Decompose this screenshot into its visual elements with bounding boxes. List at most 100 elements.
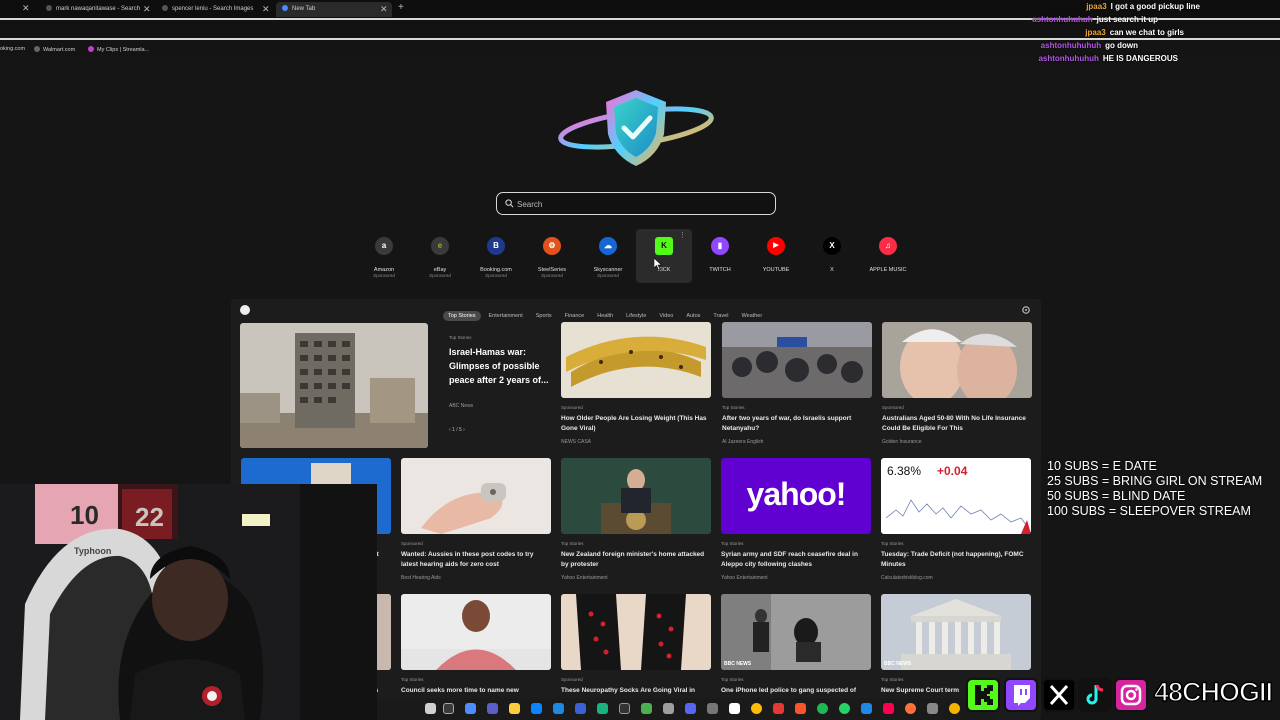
tab-close-icon[interactable]: ✕ bbox=[380, 3, 388, 15]
mouse-cursor-icon bbox=[654, 258, 662, 270]
app-icon[interactable] bbox=[641, 703, 652, 714]
chat-message: jpaa3 can we chat to girls bbox=[1085, 28, 1184, 37]
news-image bbox=[401, 594, 551, 670]
store-icon[interactable] bbox=[531, 703, 542, 714]
tab-health[interactable]: Health bbox=[592, 311, 618, 321]
chat-text: just search it up bbox=[1096, 15, 1158, 24]
svg-text:10: 10 bbox=[70, 500, 99, 530]
x-icon bbox=[1042, 678, 1076, 712]
sub-goal: 10 SUBS = E DATE bbox=[1047, 459, 1157, 473]
bookmark-item[interactable]: My Clips | Streamla... bbox=[88, 46, 149, 53]
shortcut-x[interactable]: X X bbox=[804, 229, 860, 283]
tab-entertainment[interactable]: Entertainment bbox=[484, 311, 528, 321]
yahoo-logo-text: yahoo! bbox=[746, 476, 847, 512]
tab-new-tab[interactable]: New Tab bbox=[276, 2, 392, 17]
app-icon[interactable] bbox=[707, 703, 718, 714]
shortcut-amazon[interactable]: a Amazon Sponsored bbox=[356, 229, 412, 283]
bookmark-label: oking.com bbox=[0, 46, 26, 52]
news-source: Al Jazeera English bbox=[722, 439, 764, 445]
tab-autos[interactable]: Autos bbox=[681, 311, 705, 321]
app-icon[interactable] bbox=[663, 703, 674, 714]
news-image: BBC NEWS bbox=[881, 594, 1031, 670]
tab-travel[interactable]: Travel bbox=[708, 311, 733, 321]
shortcut-ebay[interactable]: e eBay Sponsored bbox=[412, 229, 468, 283]
teams-icon[interactable] bbox=[487, 703, 498, 714]
bookmark-item[interactable]: Walmart.com bbox=[34, 46, 75, 53]
hero-title[interactable]: Israel-Hamas war: Glimpses of possible p… bbox=[449, 345, 549, 387]
social-overlay: 48CHOGII bbox=[964, 674, 1280, 720]
edge-browser-icon[interactable] bbox=[553, 703, 564, 714]
chrome-icon[interactable] bbox=[949, 703, 960, 714]
bookmark-item[interactable]: oking.com bbox=[0, 46, 25, 52]
tab-close-icon[interactable]: ✕ bbox=[143, 3, 151, 15]
tab-finance[interactable]: Finance bbox=[560, 311, 590, 321]
task-view-icon[interactable] bbox=[425, 703, 436, 714]
new-tab-button[interactable]: + bbox=[398, 2, 404, 13]
hero-image[interactable] bbox=[240, 323, 428, 448]
news-category: Top Stories bbox=[721, 677, 744, 682]
tab-lifestyle[interactable]: Lifestyle bbox=[621, 311, 651, 321]
app-icon[interactable] bbox=[685, 703, 696, 714]
chat-text: I got a good pickup line bbox=[1110, 2, 1200, 11]
app-icon[interactable] bbox=[773, 703, 784, 714]
webcam-image: 10 22 Typhoon bbox=[0, 484, 377, 720]
tab-search-2[interactable]: spencer leniu - Search Images bbox=[162, 2, 262, 17]
firefox-icon[interactable] bbox=[905, 703, 916, 714]
news-source: Yahoo Entertainment bbox=[561, 575, 608, 581]
news-image: 6.38% +0.04 bbox=[881, 458, 1031, 534]
tab-top-stories[interactable]: Top Stories bbox=[443, 311, 481, 321]
discord-icon[interactable] bbox=[575, 703, 586, 714]
tab-search-1[interactable]: mark nawaqanitawase - Search bbox=[46, 2, 146, 17]
hero-pager[interactable]: ‹ 1 / 5 › bbox=[449, 427, 465, 433]
ebay-icon: e bbox=[431, 237, 449, 255]
shortcut-steelseries[interactable]: ⚙ SteelSeries Sponsored bbox=[524, 229, 580, 283]
brave-icon[interactable] bbox=[795, 703, 806, 714]
obs-icon[interactable] bbox=[619, 703, 630, 714]
notepad-icon[interactable] bbox=[729, 703, 740, 714]
kick-icon bbox=[966, 678, 1000, 712]
shortcut-kick[interactable]: K ⋮ KICK bbox=[636, 229, 692, 283]
app-icon[interactable] bbox=[861, 703, 872, 714]
settings-icon[interactable] bbox=[1021, 305, 1031, 315]
news-title: Syrian army and SDF reach ceasefire deal… bbox=[721, 551, 858, 568]
spotify-icon[interactable] bbox=[817, 703, 828, 714]
search-favicon-icon bbox=[162, 5, 168, 11]
browser-shield-logo bbox=[558, 90, 714, 166]
close-icon[interactable]: ✕ bbox=[22, 3, 30, 14]
tab-label: mark nawaqanitawase - Search bbox=[56, 6, 141, 12]
shortcut-apple-music[interactable]: ♫ APPLE MUSIC bbox=[860, 229, 916, 283]
edge-icon[interactable] bbox=[465, 703, 476, 714]
chrome-icon[interactable] bbox=[751, 703, 762, 714]
tab-weather[interactable]: Weather bbox=[736, 311, 767, 321]
kick-icon: K bbox=[655, 237, 673, 255]
shortcut-youtube[interactable]: ▶ YOUTUBE bbox=[748, 229, 804, 283]
yahoo-logo-image: yahoo! bbox=[721, 458, 871, 534]
news-category: Top Stories bbox=[721, 541, 744, 546]
search-bar[interactable] bbox=[496, 192, 776, 215]
news-image bbox=[882, 322, 1032, 398]
news-category: Sponsored bbox=[401, 541, 423, 546]
shortcut-skyscanner[interactable]: ☁ Skyscanner Sponsored bbox=[580, 229, 636, 283]
shortcut-twitch[interactable]: ▮ TWITCH bbox=[692, 229, 748, 283]
app-icon[interactable] bbox=[597, 703, 608, 714]
hero-category: Top Stories bbox=[449, 335, 472, 340]
news-title: New Zealand foreign minister's home atta… bbox=[561, 551, 705, 568]
bbc-news-badge: BBC NEWS bbox=[724, 661, 752, 667]
chat-message: ashtonhuhuhuh HE IS DANGEROUS bbox=[1038, 54, 1178, 63]
shortcut-booking[interactable]: B Booking.com Sponsored bbox=[468, 229, 524, 283]
shortcut-label: TWITCH bbox=[709, 267, 731, 273]
tab-video[interactable]: Video bbox=[654, 311, 678, 321]
folder-icon[interactable] bbox=[509, 703, 520, 714]
svg-text:Typhoon: Typhoon bbox=[74, 546, 111, 556]
news-title: These Neuropathy Socks Are Going Viral i… bbox=[561, 687, 696, 694]
news-title: One iPhone led police to gang suspected … bbox=[721, 687, 857, 694]
tab-close-icon[interactable]: ✕ bbox=[262, 3, 270, 15]
newtab-favicon-icon bbox=[282, 5, 288, 11]
whatsapp-icon[interactable] bbox=[839, 703, 850, 714]
search-input[interactable] bbox=[517, 196, 767, 212]
tab-sports[interactable]: Sports bbox=[531, 311, 557, 321]
more-options-icon[interactable]: ⋮ bbox=[679, 231, 686, 239]
desktop-icon[interactable] bbox=[443, 703, 454, 714]
app-icon[interactable] bbox=[927, 703, 938, 714]
tiktok-icon[interactable] bbox=[883, 703, 894, 714]
